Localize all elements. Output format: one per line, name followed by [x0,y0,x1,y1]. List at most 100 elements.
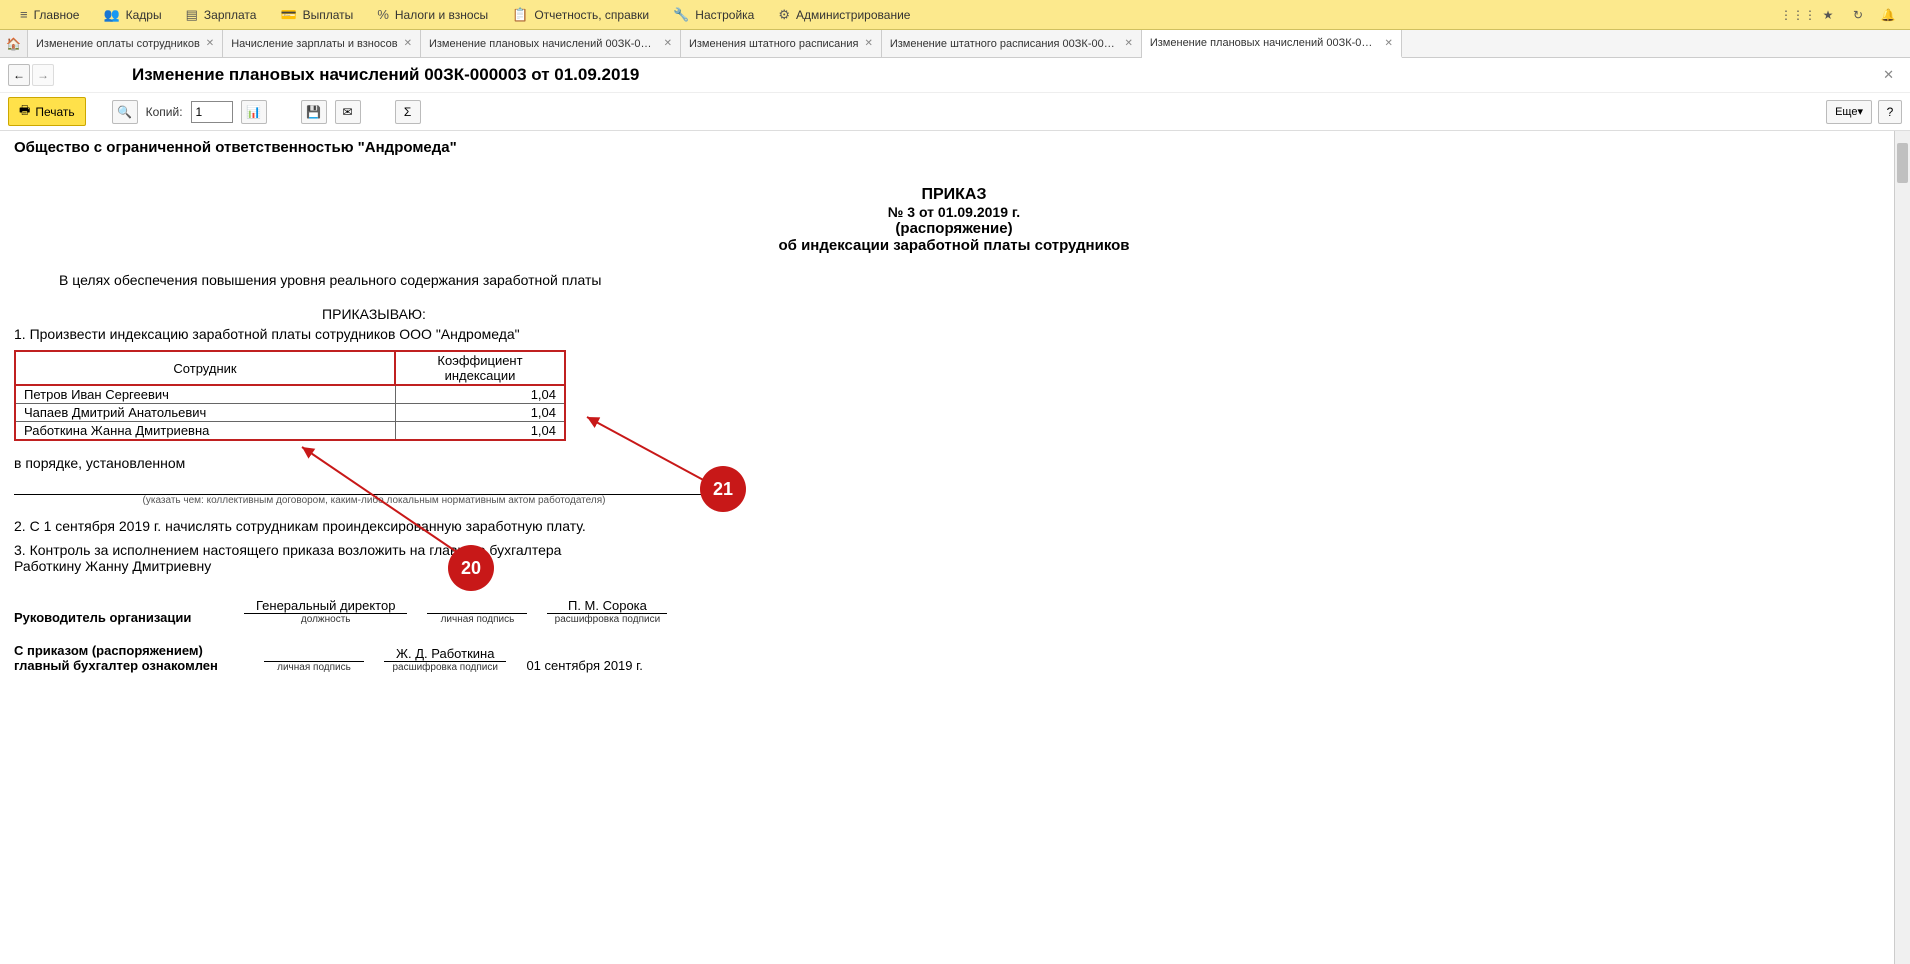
export-button[interactable]: 📊 [241,100,267,124]
close-icon[interactable]: ✕ [1124,38,1132,49]
coef-cell: 1,04 [395,422,565,441]
underline [14,485,734,495]
menu-label: Зарплата [204,8,257,22]
order-sub2: об индексации заработной платы сотрудник… [14,237,1894,254]
more-label: Еще [1835,106,1857,118]
signature-ack-row: С приказом (распоряжением) главный бухга… [14,643,1894,673]
tab-label: Изменение оплаты сотрудников [36,38,200,50]
close-icon[interactable]: ✕ [664,38,672,49]
nav-row: ← → Изменение плановых начислений 00ЗК-0… [0,58,1910,93]
print-button[interactable]: 🖶 Печать [8,97,86,126]
print-label: Печать [35,105,74,119]
tab-item[interactable]: Изменение штатного расписания 00ЗК-00000… [882,30,1142,57]
tab-label: Изменение плановых начислений 00ЗК-00000… [429,38,658,50]
email-button[interactable]: ✉ [335,100,361,124]
annotation-badge-20: 20 [448,545,494,591]
wrench-icon: 🔧 [673,7,689,23]
head-signature [427,598,527,614]
item-3b: Работкину Жанну Дмитриевну [14,558,1894,574]
apps-icon[interactable]: ⋮⋮⋮ [1784,1,1812,29]
hint-text: (указать чем: коллективным договором, ка… [14,495,734,506]
close-icon[interactable]: ✕ [1384,38,1392,49]
percent-icon: % [377,7,389,22]
menu-label: Главное [34,8,80,22]
tab-item-active[interactable]: Изменение плановых начислений 00ЗК-00000… [1142,30,1402,58]
intro-text: В целях обеспечения повышения уровня реа… [59,272,1894,288]
menu-label: Настройка [695,8,754,22]
signature-sublabel: личная подпись [427,614,527,625]
menu-admin[interactable]: ⚙Администрирование [766,0,922,29]
menu-salary[interactable]: ▤ Зарплата [174,0,269,29]
close-page-icon[interactable]: ✕ [1875,67,1902,83]
menu-label: Налоги и взносы [395,8,488,22]
signature-head-row: Руководитель организации Генеральный дир… [14,598,1894,625]
name-sublabel: расшифровка подписи [547,614,667,625]
grid-icon: ▤ [186,7,198,23]
tab-label: Изменение плановых начислений 00ЗК-00000… [1150,37,1379,49]
sum-button[interactable]: Σ [395,100,421,124]
table-row: Работкина Жанна Дмитриевна 1,04 [15,422,565,441]
nav-back-button[interactable]: ← [8,64,30,86]
close-icon[interactable]: ✕ [864,38,872,49]
porядok-text: в порядке, установленном [14,455,1894,471]
ack-name: Ж. Д. Работкина [384,646,506,662]
table-row: Петров Иван Сергеевич 1,04 [15,385,565,404]
menu-icon: ≡ [20,7,28,22]
document-preview: Общество с ограниченной ответственностью… [0,131,1894,964]
annotation-badge-21: 21 [700,466,746,512]
order-number: № 3 от 01.09.2019 г. [14,204,1894,220]
col-header-coefficient: Коэффициент индексации [395,351,565,385]
col-header-employee: Сотрудник [15,351,395,385]
history-icon[interactable]: ↻ [1844,1,1872,29]
menu-settings[interactable]: 🔧 Настройка [661,0,766,29]
chevron-down-icon: ▾ [1857,105,1863,118]
menu-payments[interactable]: 💳Выплаты [268,0,365,29]
coef-cell: 1,04 [395,385,565,404]
indexation-table: Сотрудник Коэффициент индексации Петров … [14,350,566,441]
ack-signature [264,646,364,662]
more-button[interactable]: Еще ▾ [1826,100,1872,124]
tab-label: Начисление зарплаты и взносов [231,38,397,50]
scroll-thumb[interactable] [1897,143,1908,183]
ack-label-2: главный бухгалтер ознакомлен [14,658,244,673]
close-icon[interactable]: ✕ [404,38,412,49]
order-sub1: (распоряжение) [14,220,1894,237]
name-sublabel: расшифровка подписи [384,662,506,673]
close-icon[interactable]: ✕ [206,38,214,49]
menu-label: Кадры [126,8,162,22]
tab-item[interactable]: Изменения штатного расписания✕ [681,30,882,57]
emp-cell: Чапаев Дмитрий Анатольевич [15,404,395,422]
head-position: Генеральный директор [244,598,407,614]
head-label: Руководитель организации [14,610,224,625]
vertical-scrollbar[interactable] [1894,131,1910,964]
emp-cell: Работкина Жанна Дмитриевна [15,422,395,441]
tab-item[interactable]: Изменение плановых начислений 00ЗК-00000… [421,30,681,57]
people-icon: 👥 [103,7,119,23]
star-icon[interactable]: ★ [1814,1,1842,29]
nav-forward-button[interactable]: → [32,64,54,86]
clipboard-icon: 📋 [512,7,528,23]
menu-main[interactable]: ≡ Главное [8,0,91,29]
emp-cell: Петров Иван Сергеевич [15,385,395,404]
menu-label: Отчетность, справки [534,8,649,22]
org-name: Общество с ограниченной ответственностью… [14,139,1894,156]
save-button[interactable]: 💾 [301,100,327,124]
table-row: Чапаев Дмитрий Анатольевич 1,04 [15,404,565,422]
bell-icon[interactable]: 🔔 [1874,1,1902,29]
toolbar: 🖶Печать 🔍 Копий: 📊 💾 ✉ Σ Еще ▾ ? [0,93,1910,131]
menu-personnel[interactable]: 👥 Кадры [91,0,173,29]
preview-button[interactable]: 🔍 [112,100,138,124]
tab-item[interactable]: Начисление зарплаты и взносов ✕ [223,30,421,57]
help-button[interactable]: ? [1878,100,1902,124]
head-name: П. М. Сорока [547,598,667,614]
home-tab[interactable]: 🏠 [0,30,28,57]
tab-label: Изменение штатного расписания 00ЗК-00000… [890,38,1119,50]
main-menu-bar: ≡ Главное 👥 Кадры ▤ Зарплата 💳Выплаты % Нало… [0,0,1910,30]
menu-label: Выплаты [303,8,354,22]
printer-icon: 🖶 [19,101,30,122]
tab-item[interactable]: Изменение оплаты сотрудников ✕ [28,30,223,57]
tabs-bar: 🏠 Изменение оплаты сотрудников ✕ Начислен… [0,30,1910,58]
menu-taxes[interactable]: % Налоги и взносы [365,0,500,29]
menu-reports[interactable]: 📋 Отчетность, справки [500,0,661,29]
copies-input[interactable] [191,101,233,123]
